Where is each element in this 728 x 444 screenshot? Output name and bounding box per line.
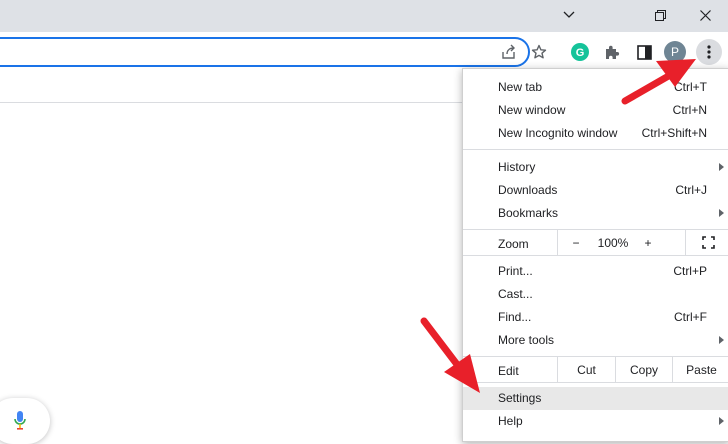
profile-avatar-button[interactable]: P — [664, 41, 686, 63]
close-icon — [699, 9, 711, 21]
cut-button[interactable]: Cut — [557, 357, 615, 382]
menu-item-find[interactable]: Find... Ctrl+F — [463, 306, 728, 329]
menu-item-shortcut: Ctrl+J — [675, 183, 707, 197]
menu-item-new-incognito-window[interactable]: New Incognito window Ctrl+Shift+N — [463, 122, 728, 145]
menu-separator — [463, 255, 728, 256]
fullscreen-button[interactable] — [685, 230, 728, 255]
minimize-button[interactable] — [546, 0, 592, 30]
menu-item-help[interactable]: Help — [463, 410, 728, 433]
menu-item-label: Bookmarks — [498, 206, 559, 220]
paste-button[interactable]: Paste — [672, 357, 728, 382]
menu-item-label: Find... — [498, 310, 532, 324]
zoom-level: 100% — [593, 230, 633, 255]
more-vert-icon — [707, 45, 711, 59]
restore-icon — [654, 9, 666, 21]
menu-separator — [463, 382, 728, 383]
menu-item-label: Help — [498, 414, 523, 428]
submenu-arrow-icon — [719, 336, 724, 344]
side-panel-icon — [636, 44, 652, 60]
menu-item-label: Settings — [498, 391, 542, 405]
menu-item-label: New Incognito window — [498, 126, 618, 140]
menu-item-label: More tools — [498, 333, 555, 347]
menu-item-shortcut: Ctrl+T — [674, 80, 707, 94]
submenu-arrow-icon — [719, 163, 724, 171]
menu-item-new-window[interactable]: New window Ctrl+N — [463, 99, 728, 122]
svg-text:G: G — [576, 47, 585, 59]
share-button[interactable] — [498, 41, 520, 63]
chrome-menu-button[interactable] — [696, 39, 722, 65]
menu-item-label: Print... — [498, 264, 533, 278]
menu-item-label: History — [498, 160, 536, 174]
side-panel-button[interactable] — [633, 41, 655, 63]
chrome-menu: New tab Ctrl+T New window Ctrl+N New Inc… — [462, 68, 728, 442]
extensions-button[interactable] — [601, 41, 623, 63]
menu-item-label: New tab — [498, 80, 543, 94]
menu-item-edit: Edit Cut Copy Paste — [463, 357, 728, 382]
zoom-in-label: + — [644, 235, 652, 250]
toolbar: G P — [0, 32, 728, 72]
close-window-button[interactable] — [682, 0, 728, 30]
paste-label: Paste — [686, 362, 717, 377]
bookmark-star-button[interactable] — [528, 41, 550, 63]
grammarly-icon: G — [571, 43, 589, 61]
menu-item-history[interactable]: History — [463, 156, 728, 179]
menu-item-label: Zoom — [498, 237, 529, 251]
menu-item-shortcut: Ctrl+F — [674, 310, 707, 324]
submenu-arrow-icon — [719, 417, 724, 425]
copy-label: Copy — [629, 362, 658, 377]
menu-item-shortcut: Ctrl+P — [673, 264, 707, 278]
puzzle-icon — [606, 45, 620, 59]
chevron-down-icon — [563, 11, 575, 18]
zoom-level-value: 100% — [597, 235, 629, 250]
menu-item-shortcut: Ctrl+Shift+N — [641, 126, 707, 140]
restore-button[interactable] — [637, 0, 683, 30]
star-icon — [531, 44, 547, 59]
zoom-out-button[interactable]: − — [557, 230, 594, 255]
menu-item-zoom: Zoom − 100% + — [463, 230, 728, 255]
cut-label: Cut — [577, 362, 596, 377]
zoom-in-button[interactable]: + — [633, 230, 663, 255]
avatar-initial: P — [670, 45, 679, 59]
menu-item-label: Edit — [498, 364, 519, 378]
menu-item-more-tools[interactable]: More tools — [463, 329, 728, 352]
menu-item-label: Downloads — [498, 183, 558, 197]
menu-item-shortcut: Ctrl+N — [672, 103, 707, 117]
menu-item-label: New window — [498, 103, 566, 117]
voice-search-button[interactable] — [0, 398, 50, 444]
menu-item-label: Cast... — [498, 287, 533, 301]
fullscreen-icon — [701, 236, 715, 249]
menu-item-new-tab[interactable]: New tab Ctrl+T — [463, 76, 728, 99]
microphone-icon — [14, 411, 26, 430]
title-bar — [0, 0, 728, 32]
submenu-arrow-icon — [719, 209, 724, 217]
zoom-out-label: − — [572, 235, 580, 250]
grammarly-extension[interactable]: G — [569, 41, 591, 63]
menu-item-bookmarks[interactable]: Bookmarks — [463, 202, 728, 225]
menu-item-print[interactable]: Print... Ctrl+P — [463, 260, 728, 283]
menu-item-downloads[interactable]: Downloads Ctrl+J — [463, 179, 728, 202]
menu-item-cast[interactable]: Cast... — [463, 283, 728, 306]
menu-separator — [463, 149, 728, 150]
share-icon — [502, 44, 515, 59]
copy-button[interactable]: Copy — [615, 357, 672, 382]
menu-item-settings[interactable]: Settings — [463, 387, 728, 410]
address-bar[interactable] — [0, 37, 530, 67]
